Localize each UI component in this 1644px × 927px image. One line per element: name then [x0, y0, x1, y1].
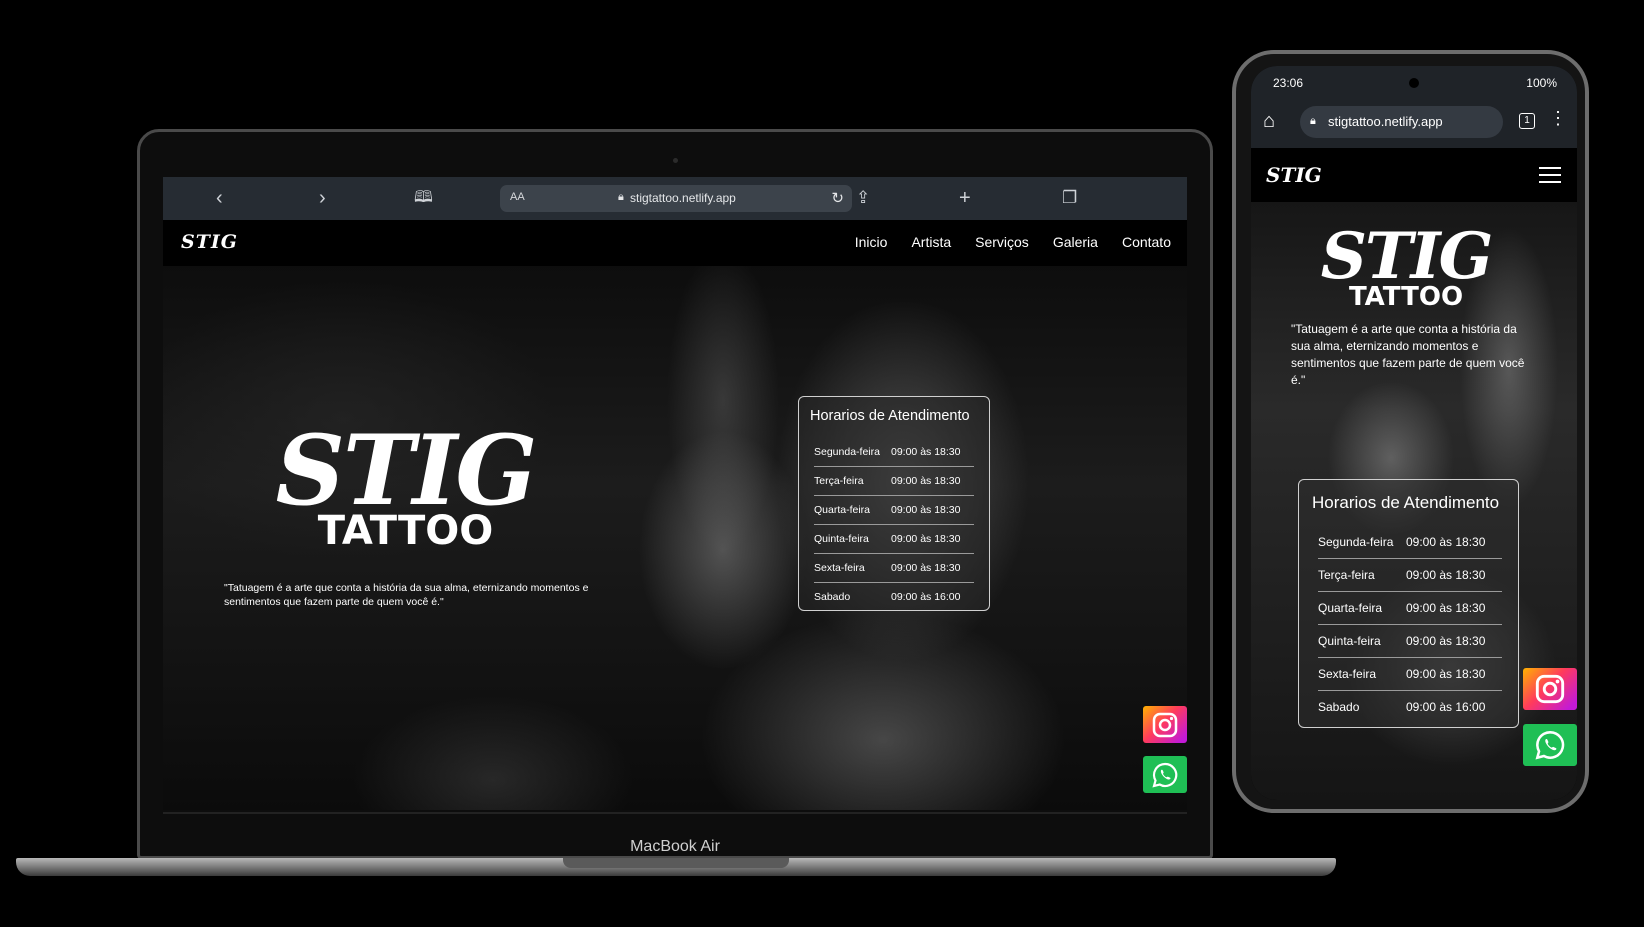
instagram-icon — [1152, 712, 1178, 737]
hours-time: 09:00 às 18:30 — [1406, 667, 1486, 681]
lock-icon: 🔒︎ — [618, 191, 624, 203]
hours-time: 09:00 às 18:30 — [891, 533, 961, 545]
whatsapp-button[interactable] — [1143, 756, 1187, 793]
nav-inicio[interactable]: Inicio — [855, 234, 888, 250]
hamburger-menu-icon[interactable] — [1539, 167, 1561, 188]
hours-time: 09:00 às 18:30 — [1406, 568, 1486, 582]
hours-row: Sexta-feira 09:00 às 18:30 — [1318, 658, 1502, 691]
whatsapp-icon — [1535, 731, 1565, 760]
hours-row: Sabado 09:00 às 16:00 — [814, 583, 974, 611]
hours-table: Segunda-feira 09:00 às 18:30 Terça-feira 0… — [814, 438, 974, 611]
tab-count-button[interactable]: 1 — [1519, 113, 1535, 129]
kebab-menu-icon[interactable]: ⋮ — [1549, 108, 1567, 129]
instagram-icon — [1535, 674, 1565, 704]
nav-artista[interactable]: Artista — [911, 234, 951, 250]
hours-row: Quinta-feira 09:00 às 18:30 — [814, 525, 974, 554]
hours-time: 09:00 às 18:30 — [891, 504, 961, 516]
status-bar: 23:06 100% — [1251, 66, 1577, 98]
hero-title: STIG — [275, 414, 538, 527]
chevron-right-icon[interactable]: › — [319, 187, 326, 209]
site-navbar: STIG Inicio Artista Serviços Galeria Con… — [163, 220, 1187, 266]
plus-icon[interactable]: + — [959, 187, 971, 209]
book-icon[interactable]: 🕮 — [414, 187, 433, 209]
laptop-camera — [673, 158, 678, 163]
chevron-left-icon[interactable]: ‹ — [216, 187, 223, 209]
phone-screen: 23:06 100% ⌂ 🔒︎ stigtattoo.netlify.app 1… — [1251, 66, 1577, 800]
hours-time: 09:00 às 18:30 — [1406, 634, 1486, 648]
hours-day: Sexta-feira — [814, 562, 865, 574]
reload-icon[interactable]: ↻ — [831, 189, 844, 207]
home-icon[interactable]: ⌂ — [1263, 110, 1275, 133]
hours-row: Segunda-feira 09:00 às 18:30 — [1318, 526, 1502, 559]
mobile-hours-title: Horarios de Atendimento — [1312, 493, 1500, 512]
mobile-url-text[interactable]: stigtattoo.netlify.app — [1328, 114, 1443, 129]
battery-level: 100% — [1526, 76, 1557, 90]
laptop-screen: ‹ › 🕮 AA 🔒︎ stigtattoo.netlify.app ↻ ⇪ +… — [163, 177, 1187, 810]
hours-row: Terça-feira 09:00 às 18:30 — [1318, 559, 1502, 592]
mobile-navbar: STIG — [1251, 148, 1577, 202]
instagram-button[interactable] — [1143, 706, 1187, 743]
hours-time: 09:00 às 18:30 — [891, 475, 961, 487]
mobile-hours-table: Segunda-feira 09:00 às 18:30 Terça-feira 0… — [1318, 526, 1502, 723]
laptop-label: MacBook Air — [630, 838, 720, 855]
hours-day: Quinta-feira — [1318, 634, 1381, 648]
text-size-button[interactable]: AA — [510, 191, 525, 203]
hero-quote: "Tatuagem é a arte que conta a história … — [224, 582, 589, 608]
tabs-icon[interactable]: ❐ — [1062, 187, 1077, 209]
hours-title: Horarios de Atendimento — [810, 408, 970, 424]
hours-row: Terça-feira 09:00 às 18:30 — [814, 467, 974, 496]
mobile-opening-hours-card: Horarios de Atendimento Segunda-feira 09:… — [1298, 479, 1519, 728]
hours-day: Sabado — [1318, 700, 1360, 714]
laptop-bezel-bottom — [163, 812, 1187, 814]
safari-toolbar: ‹ › 🕮 AA 🔒︎ stigtattoo.netlify.app ↻ ⇪ +… — [163, 177, 1187, 220]
hours-time: 09:00 às 18:30 — [891, 562, 961, 574]
hours-day: Segunda-feira — [814, 446, 880, 458]
hours-day: Terça-feira — [1318, 568, 1375, 582]
hours-day: Segunda-feira — [1318, 535, 1394, 549]
nav-contato[interactable]: Contato — [1122, 234, 1171, 250]
mobile-hero-logo: STIG TATTOO — [1316, 219, 1496, 311]
whatsapp-icon — [1152, 762, 1178, 788]
hero-logo: STIG TATTOO — [273, 414, 538, 552]
nav-servicos[interactable]: Serviços — [975, 234, 1029, 250]
lock-icon: 🔒︎ — [1310, 115, 1316, 127]
hours-row: Sexta-feira 09:00 às 18:30 — [814, 554, 974, 583]
hours-day: Sexta-feira — [1318, 667, 1377, 681]
hours-row: Segunda-feira 09:00 às 18:30 — [814, 438, 974, 467]
hours-time: 09:00 às 18:30 — [1406, 601, 1486, 615]
status-time: 23:06 — [1273, 76, 1304, 90]
laptop-notch — [563, 858, 789, 868]
hours-time: 09:00 às 18:30 — [1406, 535, 1486, 549]
chrome-toolbar: ⌂ 🔒︎ stigtattoo.netlify.app 1 ⋮ — [1251, 98, 1577, 148]
mobile-hero-quote: "Tatuagem é a arte que conta a história … — [1291, 322, 1525, 387]
hours-row: Sabado 09:00 às 16:00 — [1318, 691, 1502, 723]
mobile-hero-title: STIG — [1320, 219, 1493, 294]
hours-time: 09:00 às 16:00 — [891, 591, 961, 603]
hours-row: Quinta-feira 09:00 às 18:30 — [1318, 625, 1502, 658]
mobile-website: STIG STIG TATTOO "Tatuagem é a arte que … — [1251, 148, 1577, 800]
address-bar[interactable]: AA 🔒︎ stigtattoo.netlify.app ↻ — [500, 185, 852, 212]
hours-day: Quarta-feira — [1318, 601, 1383, 615]
front-camera — [1409, 78, 1419, 88]
share-icon[interactable]: ⇪ — [856, 187, 870, 209]
hours-day: Sabado — [814, 591, 851, 603]
hours-day: Terça-feira — [814, 475, 864, 487]
url-text[interactable]: stigtattoo.netlify.app — [630, 191, 736, 205]
hours-row: Quarta-feira 09:00 às 18:30 — [814, 496, 974, 525]
hours-day: Quinta-feira — [814, 533, 869, 545]
mobile-site-logo[interactable]: STIG — [1266, 163, 1322, 187]
mobile-whatsapp-button[interactable] — [1523, 724, 1577, 766]
nav-galeria[interactable]: Galeria — [1053, 234, 1098, 250]
hours-row: Quarta-feira 09:00 às 18:30 — [1318, 592, 1502, 625]
mobile-address-bar[interactable]: 🔒︎ stigtattoo.netlify.app — [1300, 106, 1503, 138]
opening-hours-card: Horarios de Atendimento Segunda-feira 09:… — [798, 396, 990, 611]
nav-links: Inicio Artista Serviços Galeria Contato — [855, 234, 1171, 250]
hours-time: 09:00 às 18:30 — [891, 446, 961, 458]
website: STIG Inicio Artista Serviços Galeria Con… — [163, 220, 1187, 810]
hours-day: Quarta-feira — [814, 504, 871, 516]
site-logo[interactable]: STIG — [181, 231, 238, 253]
mobile-instagram-button[interactable] — [1523, 668, 1577, 710]
hours-time: 09:00 às 16:00 — [1406, 700, 1486, 714]
